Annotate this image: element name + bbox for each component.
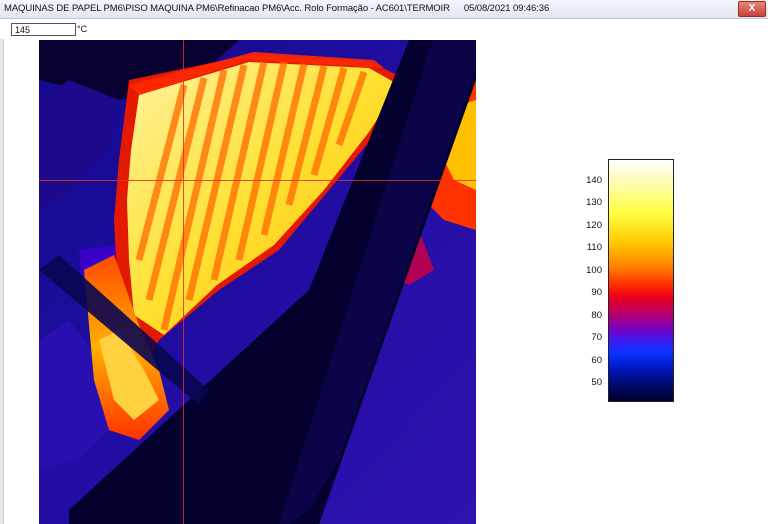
scale-tick-label: 140 — [586, 175, 602, 186]
window-title: MAQUINAS DE PAPEL PM6\PISO MAQUINA PM6\R… — [4, 3, 549, 14]
temperature-input[interactable] — [11, 23, 76, 36]
crosshair-horizontal — [39, 180, 476, 181]
scale-tick-label: 60 — [591, 355, 602, 366]
scale-tick-label: 110 — [586, 242, 602, 253]
close-icon: X — [748, 3, 756, 14]
scale-tick-label: 100 — [586, 265, 602, 276]
temperature-color-scale — [608, 159, 674, 402]
scale-tick-label: 80 — [591, 310, 602, 321]
scale-tick-label: 120 — [586, 220, 602, 231]
close-button[interactable]: X — [738, 1, 766, 17]
window-timestamp: 05/08/2021 09:46:36 — [463, 3, 550, 14]
scale-tick-label: 70 — [591, 332, 602, 343]
thermal-image-graphic — [39, 40, 476, 524]
scale-tick-label: 130 — [586, 197, 602, 208]
window-left-border — [0, 39, 4, 524]
scale-tick-label: 90 — [591, 287, 602, 298]
temperature-unit-label: °C — [77, 24, 88, 34]
thermal-image[interactable] — [39, 40, 476, 524]
title-bar: MAQUINAS DE PAPEL PM6\PISO MAQUINA PM6\R… — [0, 0, 768, 19]
window-title-path: MAQUINAS DE PAPEL PM6\PISO MAQUINA PM6\R… — [4, 3, 450, 14]
toolbar: °C — [0, 19, 768, 39]
crosshair-vertical — [183, 40, 184, 524]
scale-tick-label: 50 — [591, 377, 602, 388]
